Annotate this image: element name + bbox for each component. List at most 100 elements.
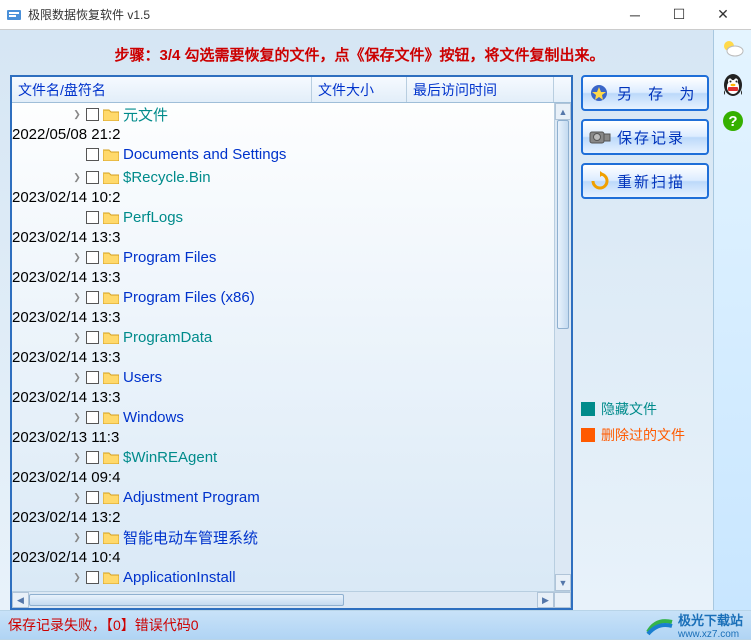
scroll-left-arrow[interactable]: ◀: [12, 592, 29, 608]
save-as-label: 另 存 为: [617, 83, 700, 104]
checkbox[interactable]: [86, 331, 99, 344]
rescan-button[interactable]: 重新扫描: [581, 163, 709, 199]
save-record-label: 保存记录: [617, 127, 685, 148]
folder-icon: [103, 571, 119, 585]
folder-icon: [103, 531, 119, 545]
legend-swatch-teal: [581, 402, 595, 416]
file-name: ApplicationInstall: [123, 569, 236, 586]
column-header-name[interactable]: 文件名/盘符名: [12, 77, 312, 102]
file-name: PerfLogs: [123, 209, 183, 226]
folder-icon: [103, 451, 119, 465]
checkbox[interactable]: [86, 148, 99, 161]
table-body: ❯元文件2022/05/08 21:2Documents and Setting…: [12, 103, 554, 591]
expand-icon[interactable]: ❯: [70, 172, 84, 183]
horizontal-scrollbar[interactable]: ◀ ▶: [12, 591, 571, 608]
folder-icon: [103, 108, 119, 122]
watermark-url: www.xz7.com: [678, 629, 743, 640]
column-header-spacer: [554, 77, 571, 102]
file-name: $WinREAgent: [123, 449, 217, 466]
table-row[interactable]: ❯元文件: [12, 103, 554, 126]
file-date: 2023/02/14 10:4: [12, 549, 120, 566]
toolbar-qq-icon[interactable]: [718, 70, 748, 100]
folder-icon: [103, 371, 119, 385]
table-row[interactable]: Documents and Settings: [12, 143, 554, 166]
titlebar: 极限数据恢复软件 v1.5 ─ ☐ ✕: [0, 0, 751, 30]
column-header-size[interactable]: 文件大小: [312, 77, 407, 102]
checkbox[interactable]: [86, 411, 99, 424]
expand-icon[interactable]: ❯: [70, 452, 84, 463]
folder-icon: [103, 251, 119, 265]
scroll-down-arrow[interactable]: ▼: [555, 574, 571, 591]
table-row[interactable]: ❯ProgramData: [12, 326, 554, 349]
table-row[interactable]: ❯ Windows: [12, 406, 554, 429]
scroll-thumb-horizontal[interactable]: [29, 594, 344, 606]
folder-icon: [103, 411, 119, 425]
expand-icon[interactable]: ❯: [70, 292, 84, 303]
checkbox[interactable]: [86, 531, 99, 544]
file-date: 2023/02/13 11:3: [12, 429, 119, 446]
scroll-thumb-vertical[interactable]: [557, 120, 569, 329]
scroll-right-arrow[interactable]: ▶: [537, 592, 554, 608]
svg-text:?: ?: [728, 113, 737, 130]
table-row[interactable]: ❯ Users: [12, 366, 554, 389]
column-header-time[interactable]: 最后访问时间: [407, 77, 554, 102]
checkbox[interactable]: [86, 451, 99, 464]
expand-icon[interactable]: ❯: [70, 252, 84, 263]
file-name: Adjustment Program: [123, 489, 260, 506]
file-name: Windows: [123, 409, 184, 426]
legend-swatch-orange: [581, 428, 595, 442]
folder-icon: [103, 331, 119, 345]
table-row[interactable]: ❯智能电动车管理系统: [12, 526, 554, 549]
legend: 隐藏文件 删除过的文件: [581, 399, 709, 445]
checkbox[interactable]: [86, 491, 99, 504]
save-as-button[interactable]: 另 存 为: [581, 75, 709, 111]
checkbox[interactable]: [86, 571, 99, 584]
file-date: 2023/02/14 13:3: [12, 269, 120, 286]
file-date: 2023/02/14 10:2: [12, 189, 120, 206]
folder-icon: [103, 491, 119, 505]
legend-deleted-label: 删除过的文件: [601, 425, 685, 445]
table-header: 文件名/盘符名 文件大小 最后访问时间: [12, 77, 571, 103]
legend-hidden-label: 隐藏文件: [601, 399, 657, 419]
toolbar-help-icon[interactable]: ?: [718, 106, 748, 136]
expand-icon[interactable]: ❯: [70, 372, 84, 383]
table-row[interactable]: ❯ ApplicationInstall: [12, 566, 554, 589]
expand-icon[interactable]: ❯: [70, 572, 84, 583]
file-name: $Recycle.Bin: [123, 169, 211, 186]
file-date: 2023/02/14 09:4: [12, 469, 120, 486]
table-row[interactable]: PerfLogs: [12, 206, 554, 229]
checkbox[interactable]: [86, 211, 99, 224]
file-name: Users: [123, 369, 162, 386]
checkbox[interactable]: [86, 251, 99, 264]
file-date: 2022/05/08 21:2: [12, 126, 120, 143]
window-title: 极限数据恢复软件 v1.5: [28, 6, 613, 23]
app-icon: [6, 7, 22, 23]
expand-icon[interactable]: ❯: [70, 532, 84, 543]
checkbox[interactable]: [86, 371, 99, 384]
scroll-up-arrow[interactable]: ▲: [555, 103, 571, 120]
expand-icon[interactable]: ❯: [70, 109, 84, 120]
vertical-scrollbar[interactable]: ▲ ▼: [554, 103, 571, 591]
table-row[interactable]: ❯Program Files: [12, 246, 554, 269]
table-row[interactable]: ❯ Adjustment Program: [12, 486, 554, 509]
refresh-icon: [589, 171, 611, 191]
scroll-corner: [554, 592, 571, 608]
expand-icon[interactable]: ❯: [70, 332, 84, 343]
checkbox[interactable]: [86, 108, 99, 121]
table-row[interactable]: ❯ $WinREAgent: [12, 446, 554, 469]
checkbox[interactable]: [86, 291, 99, 304]
file-date: 2023/02/14 13:2: [12, 509, 120, 526]
table-row[interactable]: ❯ $Recycle.Bin: [12, 166, 554, 189]
star-icon: [589, 83, 611, 103]
legend-hidden: 隐藏文件: [581, 399, 709, 419]
expand-icon[interactable]: ❯: [70, 492, 84, 503]
watermark-brand: 极光下载站: [678, 610, 743, 629]
expand-icon[interactable]: ❯: [70, 412, 84, 423]
checkbox[interactable]: [86, 171, 99, 184]
table-row[interactable]: ❯Program Files (x86): [12, 286, 554, 309]
toolbar-weather-icon[interactable]: [718, 34, 748, 64]
save-record-button[interactable]: 保存记录: [581, 119, 709, 155]
minimize-button[interactable]: ─: [613, 1, 657, 29]
close-button[interactable]: ✕: [701, 1, 745, 29]
maximize-button[interactable]: ☐: [657, 1, 701, 29]
